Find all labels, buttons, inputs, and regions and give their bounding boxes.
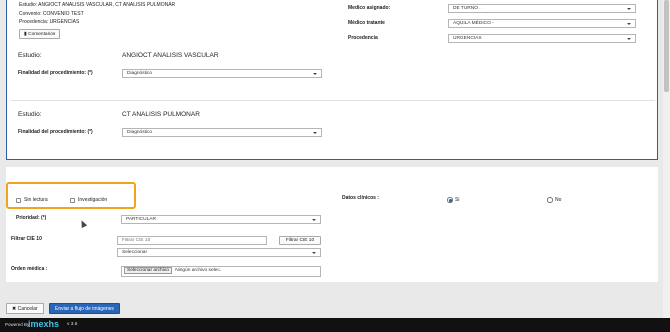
sin-lectura-label: Sin lectura bbox=[24, 197, 48, 203]
file-status: Ningún archivo selec. bbox=[175, 268, 222, 273]
finalidad-label: Finalidad del procedimiento: (*) bbox=[18, 70, 93, 76]
comment-icon: ▮ bbox=[24, 31, 27, 37]
powered-by-text: Powered By bbox=[5, 322, 30, 327]
finalidad-label: Finalidad del procedimiento: (*) bbox=[18, 129, 93, 135]
orden-medica-label: Orden médica : bbox=[11, 266, 48, 272]
chevron-down-icon bbox=[312, 219, 316, 221]
chevron-down-icon bbox=[312, 252, 316, 254]
comentarios-button[interactable]: ▮ Comentarios bbox=[19, 29, 61, 39]
medico-tratante-select[interactable]: AQUILA MÉDICO - bbox=[448, 19, 636, 28]
file-input[interactable]: Seleccionar archivo Ningún archivo selec… bbox=[121, 266, 321, 277]
no-label: No bbox=[555, 197, 562, 203]
highlight-box bbox=[6, 182, 136, 209]
imexhs-logo: imexhs bbox=[28, 319, 60, 329]
study-name: CT ANALISIS PULMONAR bbox=[122, 111, 200, 118]
prioridad-label: Prioridad: (*) bbox=[16, 215, 47, 221]
cie-select-value: Seleccionar bbox=[122, 250, 148, 255]
scrollbar-thumb[interactable] bbox=[664, 0, 669, 92]
medico-asignado-value: DE TURNO . bbox=[453, 6, 481, 11]
medico-tratante-label: Médico tratante bbox=[348, 20, 385, 26]
cie-select[interactable]: Seleccionar bbox=[117, 248, 321, 257]
filtrar-cie-label: Filtrar CIE 10 bbox=[11, 236, 42, 242]
chevron-down-icon bbox=[313, 73, 317, 75]
version-text: v 3.6 bbox=[67, 322, 78, 327]
comentarios-label: Comentarios bbox=[28, 32, 56, 37]
convenio-line: Convenio: CONVENIO TEST bbox=[19, 11, 84, 17]
estudio-line: Estudio: ANGIOCT ANALISIS VASCULAR, CT A… bbox=[19, 2, 176, 8]
prioridad-value: PARTICULAR bbox=[126, 217, 156, 222]
medico-asignado-label: Medico asignado: bbox=[348, 5, 391, 11]
vertical-scrollbar[interactable] bbox=[663, 0, 670, 318]
chevron-down-icon bbox=[313, 132, 317, 134]
medico-tratante-value: AQUILA MÉDICO - bbox=[453, 21, 494, 26]
footer-bar: Powered By imexhs v 3.6 bbox=[0, 318, 670, 332]
page: Estudio: ANGIOCT ANALISIS VASCULAR, CT A… bbox=[0, 0, 670, 332]
finalidad-select[interactable]: Diagnóstico bbox=[122, 128, 322, 137]
procedencia-value: URGENCIAS bbox=[453, 36, 482, 41]
send-to-flow-button[interactable]: Enviar a flujo de imágenes bbox=[49, 303, 120, 314]
finalidad-select[interactable]: Diagnóstico bbox=[122, 69, 322, 78]
filtrar-cie-button[interactable]: Filtrar CIE 10 bbox=[279, 236, 321, 245]
study-name: ANGIOCT ANALISIS VASCULAR bbox=[122, 52, 219, 59]
study-details-panel: Estudio: ANGIOCT ANALISIS VASCULAR, CT A… bbox=[6, 0, 658, 160]
study-label: Estudio: bbox=[18, 52, 42, 59]
study-label: Estudio: bbox=[18, 111, 42, 118]
datos-clinicos-label: Datos clínicos : bbox=[342, 195, 379, 201]
select-file-button[interactable]: Seleccionar archivo bbox=[124, 267, 172, 274]
prioridad-select[interactable]: PARTICULAR bbox=[121, 215, 321, 224]
finalidad-value: Diagnóstico bbox=[127, 130, 153, 135]
chevron-down-icon bbox=[627, 38, 631, 40]
procedencia-select[interactable]: URGENCIAS bbox=[448, 34, 636, 43]
medico-asignado-select[interactable]: DE TURNO . bbox=[448, 4, 636, 13]
cancel-button[interactable]: ✖ Cancelar bbox=[6, 303, 44, 314]
sin-lectura-checkbox[interactable] bbox=[16, 198, 21, 203]
si-label: Si bbox=[455, 197, 460, 203]
chevron-down-icon bbox=[627, 23, 631, 25]
procedencia-label: Procedencia bbox=[348, 35, 378, 41]
chevron-down-icon bbox=[627, 8, 631, 10]
cancel-label: Cancelar bbox=[17, 306, 38, 312]
filtrar-cie-input[interactable] bbox=[117, 236, 267, 245]
investigacion-label: Investigación bbox=[78, 197, 108, 203]
close-icon: ✖ bbox=[12, 306, 17, 312]
investigacion-checkbox[interactable] bbox=[70, 198, 75, 203]
no-radio[interactable] bbox=[547, 197, 553, 203]
procedencia-line: Procedencia: URGENCIAS bbox=[19, 19, 80, 25]
finalidad-value: Diagnóstico bbox=[127, 71, 153, 76]
si-radio[interactable] bbox=[447, 197, 453, 203]
section-divider bbox=[11, 100, 655, 101]
